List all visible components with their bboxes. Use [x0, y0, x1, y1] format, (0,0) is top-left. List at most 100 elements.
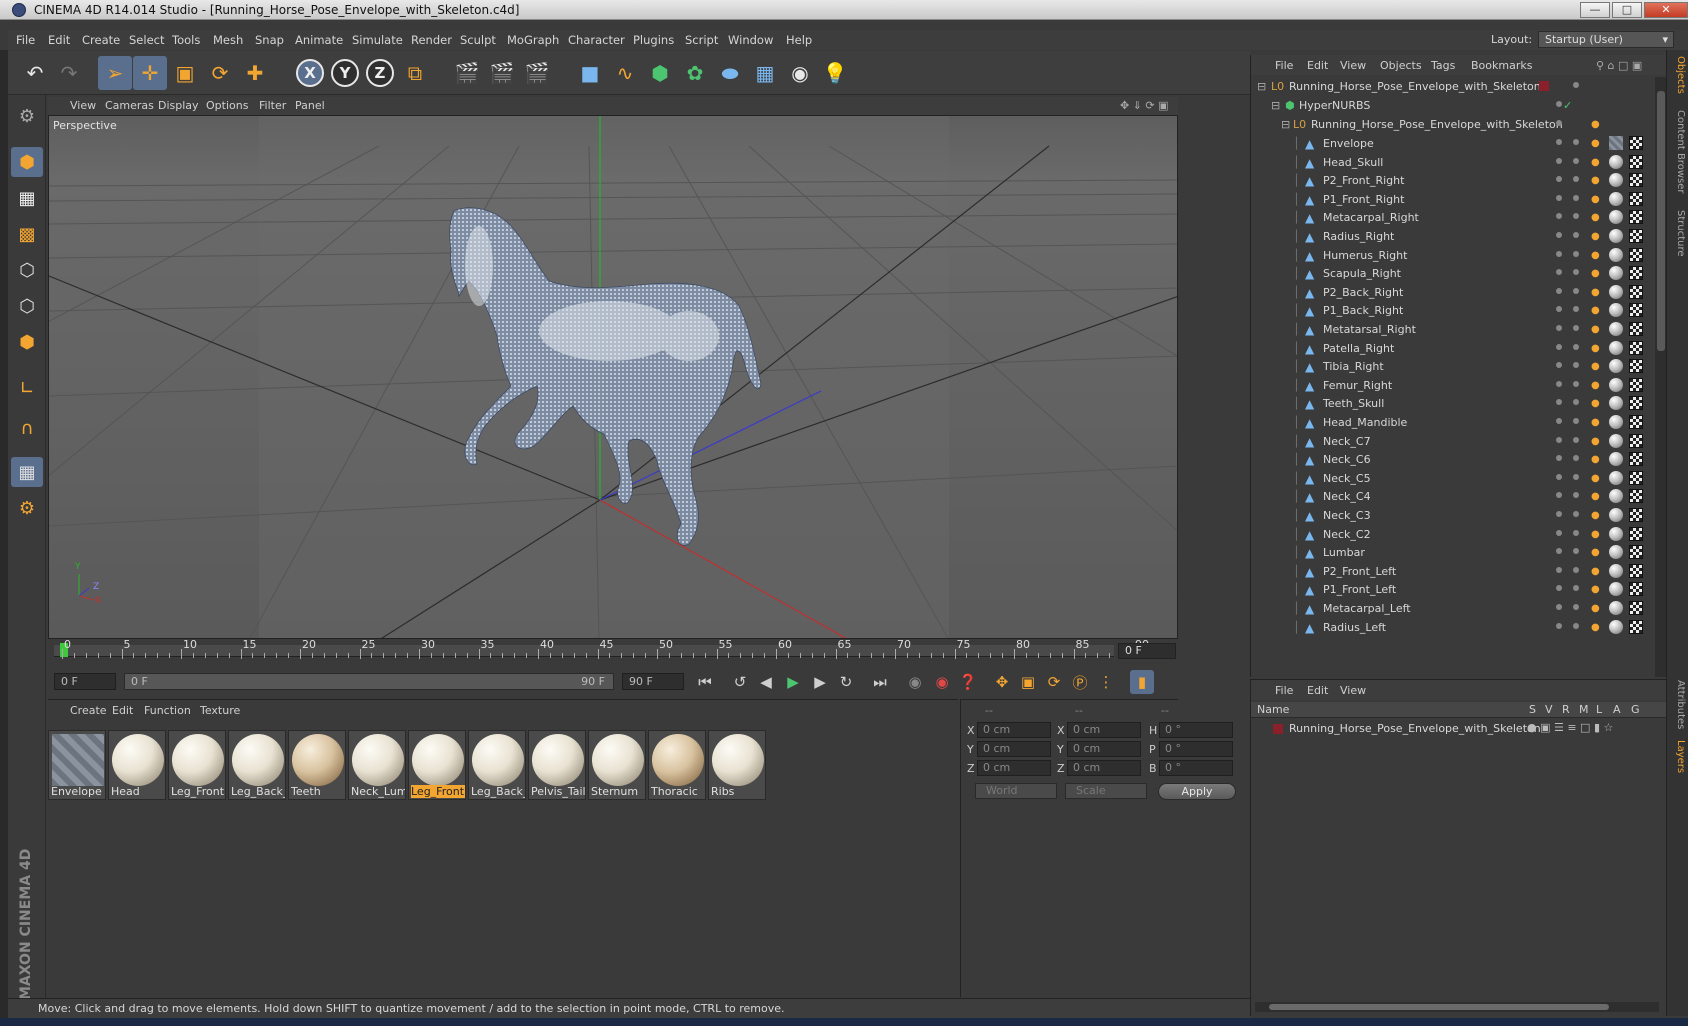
menu-mograph[interactable]: MoGraph — [507, 33, 559, 47]
render-picture-viewer-icon[interactable]: 🎬 — [485, 56, 519, 90]
menu-character[interactable]: Character — [568, 33, 625, 47]
edges-mode-icon[interactable]: ⬡ — [11, 291, 43, 321]
size-mode-select[interactable]: Scale — [1065, 783, 1147, 799]
material-leg-front-selected[interactable]: Leg_Front — [408, 730, 466, 800]
tab-structure[interactable]: Structure — [1670, 210, 1686, 257]
tag-icon[interactable]: ● — [1591, 175, 1601, 187]
tree-row-bone[interactable]: │ ▲ Humerus_Right ● — [1251, 246, 1655, 266]
material-tag-icon[interactable] — [1609, 563, 1623, 578]
material-tag-icon[interactable] — [1609, 247, 1623, 262]
tag-icon[interactable]: ● — [1591, 231, 1601, 243]
menu-file[interactable]: File — [16, 33, 35, 47]
material-ribs[interactable]: Ribs — [708, 730, 766, 800]
editor-visibility-dot[interactable] — [1556, 176, 1562, 183]
layer-menu-edit[interactable]: Edit — [1307, 684, 1328, 697]
render-visibility-dot[interactable] — [1573, 287, 1579, 294]
tree-row-bone[interactable]: │ ▲ Neck_C7 ● — [1251, 432, 1655, 452]
rotation-p-field[interactable]: 0 ° — [1159, 741, 1233, 757]
key-rotation-icon[interactable]: ⟳ — [1042, 670, 1066, 694]
menu-script[interactable]: Script — [685, 33, 718, 47]
key-scale-icon[interactable]: ▣ — [1016, 670, 1040, 694]
material-sternum[interactable]: Sternum — [588, 730, 646, 800]
tree-row-bone[interactable]: │ ▲ Head_Skull ● — [1251, 153, 1655, 173]
play-icon[interactable]: ▶ — [781, 670, 805, 694]
render-visibility-dot[interactable] — [1573, 492, 1579, 499]
material-teeth[interactable]: Teeth — [288, 730, 346, 800]
tag-icon[interactable]: ● — [1591, 584, 1601, 596]
col-render[interactable]: R — [1562, 703, 1570, 716]
col-view[interactable]: V — [1545, 703, 1553, 716]
tree-row-bone[interactable]: │ ▲ Femur_Right ● — [1251, 376, 1655, 396]
maximize-button[interactable]: □ — [1612, 2, 1642, 18]
material-tag-icon[interactable] — [1609, 377, 1623, 392]
tree-row-root[interactable]: ⊟ L0 Running_Horse_Pose_Envelope_with_Sk… — [1251, 77, 1655, 97]
key-position-icon[interactable]: ✥ — [990, 670, 1014, 694]
tag-icon[interactable]: ● — [1591, 398, 1601, 410]
material-tag-icon[interactable] — [1609, 154, 1623, 169]
col-animation[interactable]: A — [1613, 703, 1621, 716]
tree-row-bone[interactable]: │ ▲ Tibia_Right ● — [1251, 357, 1655, 377]
obj-menu-tags[interactable]: Tags — [1431, 59, 1455, 72]
col-solo[interactable]: S — [1529, 703, 1536, 716]
material-tag-icon[interactable] — [1609, 266, 1623, 281]
material-tag-icon[interactable] — [1609, 415, 1623, 429]
prev-frame-icon[interactable]: ◀ — [754, 670, 778, 694]
material-tag-icon[interactable] — [1609, 508, 1623, 522]
render-visibility-dot[interactable] — [1573, 343, 1579, 350]
obj-menu-edit[interactable]: Edit — [1307, 59, 1328, 72]
frame-range-slider[interactable]: 0 F 90 F — [124, 673, 614, 690]
tab-objects[interactable]: Objects — [1670, 56, 1686, 94]
goto-next-key-icon[interactable]: ↻ — [834, 670, 858, 694]
nurbs-icon[interactable]: ⬢ — [643, 56, 677, 90]
render-visibility-dot[interactable] — [1573, 566, 1579, 573]
tree-row-bone[interactable]: │ ▲ P2_Front_Right ● — [1251, 171, 1655, 191]
goto-prev-key-icon[interactable]: ↺ — [728, 670, 752, 694]
visibility-dot[interactable] — [1556, 101, 1562, 107]
tree-row-bone[interactable]: │ ▲ P2_Front_Left ● — [1251, 562, 1655, 582]
current-frame-field[interactable]: 0 F — [1118, 643, 1176, 659]
editor-visibility-dot[interactable] — [1556, 436, 1562, 443]
tag-icon[interactable]: ● — [1591, 622, 1601, 634]
autokey-icon[interactable]: ◉ — [930, 670, 954, 694]
record-keys-icon[interactable]: ◉ — [903, 670, 927, 694]
tag-icon[interactable]: ● — [1591, 119, 1601, 131]
menu-tools[interactable]: Tools — [172, 33, 200, 47]
texture-tag-icon[interactable] — [1629, 303, 1643, 318]
scale-icon[interactable]: ▣ — [168, 56, 202, 90]
tree-row-bone[interactable]: │ ▲ Lumbar ● — [1251, 543, 1655, 563]
tag-icon[interactable]: ● — [1591, 324, 1601, 336]
layer-toggles[interactable]: ● ▣ ☰ ≡ □ ▮ ☆ — [1527, 721, 1613, 734]
texture-tag-icon[interactable] — [1629, 563, 1643, 578]
render-visibility-dot[interactable] — [1573, 306, 1579, 313]
tree-row-bone[interactable]: │ ▲ Metacarpal_Left ● — [1251, 599, 1655, 619]
mat-menu-edit[interactable]: Edit — [112, 704, 133, 717]
tag-icon[interactable]: ● — [1591, 250, 1601, 262]
render-view-icon[interactable]: 🎬 — [450, 56, 484, 90]
menu-simulate[interactable]: Simulate — [352, 33, 403, 47]
timeline-ruler[interactable]: 051015202530354045505560657075808590 0 F — [48, 638, 1178, 665]
tag-icon[interactable]: ● — [1591, 268, 1601, 280]
search-icon[interactable]: ⚲ ⌂ □ ▣ — [1596, 59, 1642, 72]
tag-icon[interactable]: ● — [1591, 417, 1601, 429]
editor-visibility-dot[interactable] — [1556, 213, 1562, 220]
material-neck-lumbar[interactable]: Neck_Lumb — [348, 730, 406, 800]
editor-visibility-dot[interactable] — [1556, 585, 1562, 592]
tag-icon[interactable]: ● — [1591, 194, 1601, 206]
render-visibility-dot[interactable] — [1573, 157, 1579, 164]
vp-menu-view[interactable]: View — [70, 99, 96, 112]
texture-tag-icon[interactable] — [1629, 415, 1643, 429]
layer-row[interactable]: Running_Horse_Pose_Envelope_with_Skeleto… — [1251, 720, 1667, 738]
tag-icon[interactable]: ● — [1591, 138, 1601, 150]
tag-icon[interactable]: ● — [1591, 436, 1601, 448]
tree-row-bone[interactable]: │ ▲ Neck_C2 ● — [1251, 525, 1655, 545]
editor-visibility-dot[interactable] — [1556, 622, 1562, 629]
render-visibility-dot[interactable] — [1573, 380, 1579, 387]
z-axis-icon[interactable]: Z — [366, 59, 394, 87]
axis-mode-icon[interactable]: ∟ — [11, 373, 43, 403]
col-locked[interactable]: L — [1596, 703, 1602, 716]
render-visibility-dot[interactable] — [1573, 325, 1579, 331]
editor-visibility-dot[interactable] — [1556, 250, 1562, 257]
model-mode-icon[interactable]: ⬢ — [11, 147, 43, 177]
editor-visibility-dot[interactable] — [1556, 511, 1562, 517]
live-select-icon[interactable]: ➢ — [98, 56, 132, 90]
